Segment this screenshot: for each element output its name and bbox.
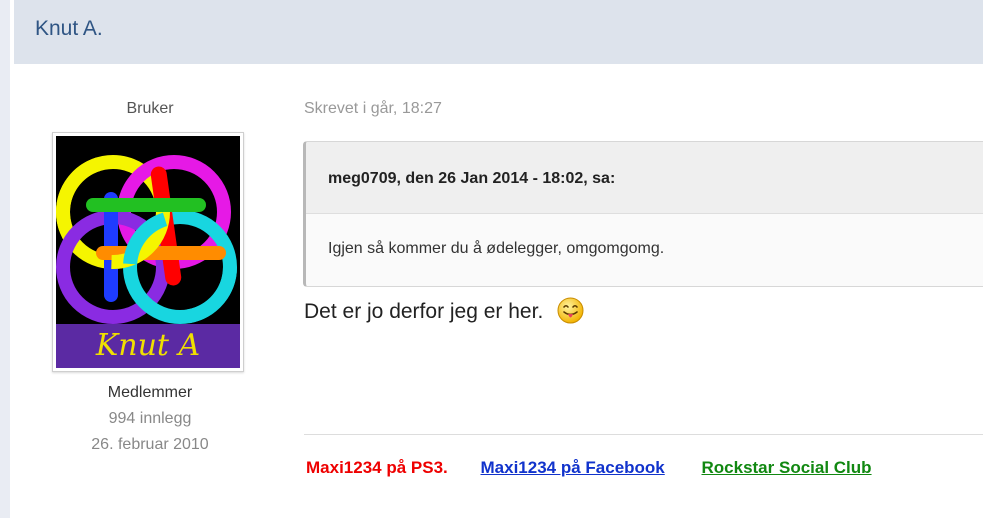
signature-facebook-link[interactable]: Maxi1234 på Facebook	[481, 458, 665, 477]
tongue-smiley-icon	[557, 297, 584, 324]
post-timestamp[interactable]: Skrevet i går, 18:27	[304, 99, 442, 119]
left-edge-strip	[0, 0, 10, 518]
author-title: Bruker	[126, 100, 174, 117]
member-group: Medlemmer	[107, 384, 193, 401]
avatar-frame[interactable]: Knut A	[52, 132, 244, 372]
avatar: Knut A	[56, 136, 240, 368]
signature-ps3: Maxi1234 på PS3.	[306, 458, 448, 477]
quote-block: meg0709, den 26 Jan 2014 - 18:02, sa: Ig…	[303, 141, 983, 287]
signature-divider	[304, 434, 983, 435]
author-name-link[interactable]: Knut A.	[35, 17, 103, 41]
avatar-banner-text: Knut A	[95, 328, 201, 363]
author-info: Bruker Knut A Medlemmer 994 innlegg 26. …	[48, 96, 252, 453]
quote-text: Igjen så kommer du å ødelegger, omgomgom…	[328, 240, 665, 257]
post-body-text: Det er jo derfor jeg er her.	[304, 300, 544, 323]
quote-citation: meg0709, den 26 Jan 2014 - 18:02, sa:	[328, 170, 616, 187]
join-date: 26. februar 2010	[91, 436, 209, 453]
signature-rockstar-link[interactable]: Rockstar Social Club	[702, 458, 872, 477]
post-body: Det er jo derfor jeg er her.	[304, 297, 584, 326]
quote-header: meg0709, den 26 Jan 2014 - 18:02, sa:	[306, 142, 983, 214]
post-count: 994 innlegg	[108, 410, 192, 427]
signature: Maxi1234 på PS3. Maxi1234 på Facebook Ro…	[306, 457, 872, 479]
post-header	[14, 0, 983, 64]
